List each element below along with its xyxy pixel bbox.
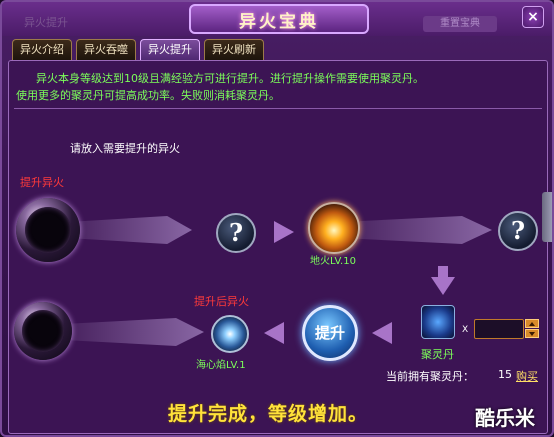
tab-bar: 异火介绍 异火吞噬 异火提升 异火刷新 xyxy=(12,39,264,61)
faint-title: 异火提升 xyxy=(24,16,68,29)
source-fire-label: 提升异火 xyxy=(20,176,64,189)
hint-text: 请放入需要提升的异火 xyxy=(70,142,180,155)
fire-codex-window: 异火提升 异火宝典 重置宝典 × 异火介绍 异火吞噬 异火提升 异火刷新 异火本… xyxy=(0,0,554,437)
owned-count: 15 xyxy=(498,368,512,381)
tab-fire-intro[interactable]: 异火介绍 xyxy=(12,39,72,61)
reset-codex-button[interactable]: 重置宝典 xyxy=(423,16,497,32)
tab-fire-devour[interactable]: 异火吞噬 xyxy=(76,39,136,61)
item-name: 聚灵丹 xyxy=(421,348,454,361)
tab-fire-refresh[interactable]: 异火刷新 xyxy=(204,39,264,61)
result-message: 提升完成，等级增加。 xyxy=(168,403,369,425)
unknown-fire-icon: ? xyxy=(216,213,256,253)
ice-fire-name: 海心焰LV.1 xyxy=(196,360,246,371)
arrow-right-icon xyxy=(274,221,294,243)
divider xyxy=(14,108,542,109)
description-line-1: 异火本身等级达到10级且满经验方可进行提升。进行提升操作需要使用聚灵丹。 xyxy=(36,72,424,85)
sea-heart-flame-icon[interactable] xyxy=(211,315,249,353)
multiplier-label: X xyxy=(462,325,469,335)
arrow-left-icon xyxy=(372,322,392,344)
buy-link[interactable]: 购买 xyxy=(516,368,538,384)
spirit-pill-icon[interactable] xyxy=(421,305,455,339)
arrow-down-icon xyxy=(431,277,455,295)
tab-fire-upgrade[interactable]: 异火提升 xyxy=(140,39,200,61)
source-fire-slot-icon[interactable] xyxy=(16,198,80,262)
owned-label: 当前拥有聚灵丹： xyxy=(386,370,474,383)
arrow-left-icon xyxy=(264,322,284,344)
unknown-fire-icon: ? xyxy=(498,211,538,251)
earth-fire-icon[interactable] xyxy=(308,202,360,254)
side-strip xyxy=(542,192,552,242)
window-title: 异火宝典 xyxy=(239,11,319,32)
fire-name: 地火LV.10 xyxy=(310,256,356,267)
close-button[interactable]: × xyxy=(522,6,544,28)
description: 异火本身等级达到10级且满经验方可进行提升。进行提升操作需要使用聚灵丹。 使用更… xyxy=(16,70,544,104)
title-bar[interactable]: 异火提升 异火宝典 重置宝典 × xyxy=(2,2,552,36)
quantity-down-icon[interactable] xyxy=(525,329,539,338)
quantity-input[interactable] xyxy=(474,319,524,339)
watermark: 酷乐米 xyxy=(475,406,535,430)
description-line-2: 使用更多的聚灵丹可提高成功率。失败则消耗聚灵丹。 xyxy=(16,89,280,102)
result-fire-slot-icon xyxy=(14,302,72,360)
title-plaque: 异火宝典 xyxy=(189,4,369,34)
result-fire-label: 提升后异火 xyxy=(194,295,249,308)
quantity-up-icon[interactable] xyxy=(525,319,539,328)
upgrade-button[interactable]: 提升 xyxy=(302,305,358,361)
